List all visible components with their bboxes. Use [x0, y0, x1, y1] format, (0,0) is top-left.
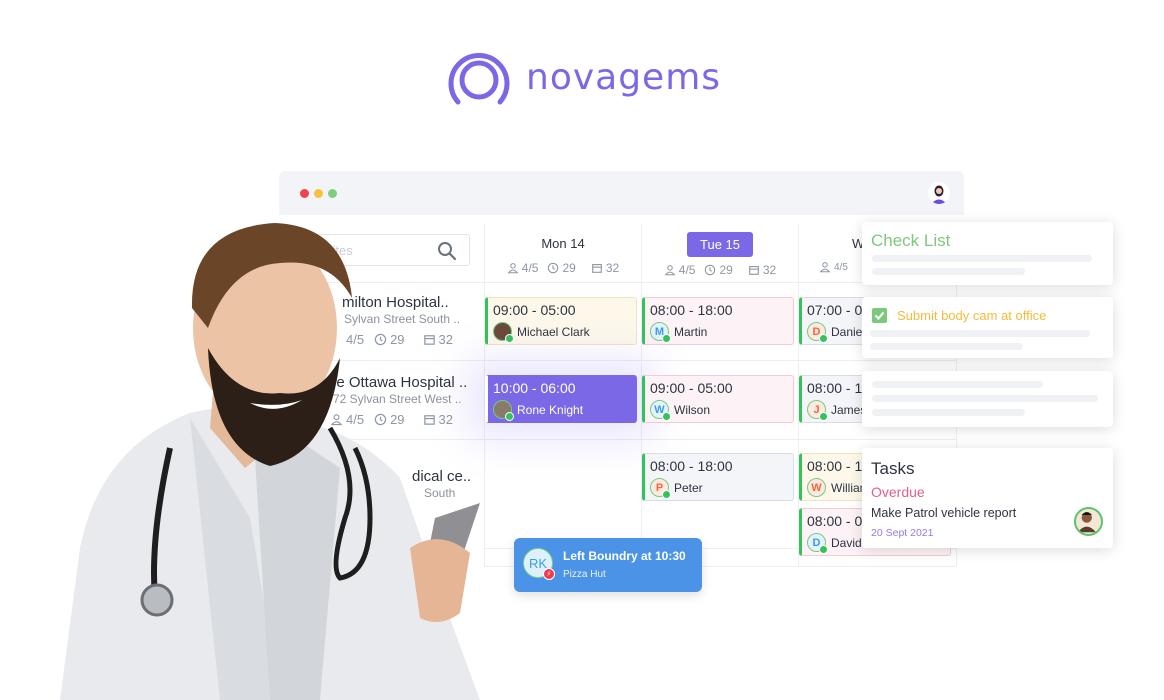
employee-name: Peter: [674, 480, 703, 495]
geofence-notification[interactable]: RK ⚡ Left Boundry at 10:30 Pizza Hut: [514, 538, 702, 592]
employee-avatar: W: [650, 400, 671, 421]
notification-subtitle: Pizza Hut: [563, 569, 606, 580]
check-badge-icon: [505, 334, 514, 343]
day-column-header[interactable]: W 4/5: [799, 224, 869, 282]
shift-time: 10:00 - 06:00: [493, 380, 576, 396]
checklist-item-label: Submit body cam at office: [897, 308, 1047, 323]
shift-card[interactable]: 08:00 - 18:00 M Martin: [642, 297, 794, 345]
day-column-header[interactable]: Mon 14 4/5 29 32: [485, 224, 641, 282]
employee-avatar: D: [807, 322, 828, 343]
checklist-card-placeholder[interactable]: [862, 371, 1113, 427]
day-stats: 4/5 29 32: [485, 261, 641, 275]
task-description: Make Patrol vehicle report: [871, 506, 1017, 520]
calendar-icon: [749, 266, 759, 275]
day-stats: 4/5 29 32: [642, 263, 798, 277]
tasks-title: Tasks: [871, 459, 915, 478]
person-icon: [507, 263, 519, 274]
day-column-header-active[interactable]: Tue 15 4/5 29 32: [642, 224, 798, 282]
window-titlebar: [279, 171, 964, 215]
check-badge-icon: [662, 490, 671, 499]
shift-card[interactable]: 08:00 - 18:00 P Peter: [642, 453, 794, 501]
shift-time: 09:00 - 05:00: [650, 380, 733, 396]
placeholder-line: [872, 268, 1025, 275]
placeholder-line: [870, 343, 1023, 350]
check-badge-icon: [819, 334, 828, 343]
person-icon: [664, 265, 676, 276]
maximize-window-button[interactable]: [328, 189, 337, 198]
task-date: 20 Sept 2021: [871, 527, 934, 539]
checklist-card[interactable]: Check List: [862, 222, 1113, 285]
employee-avatar: M: [650, 322, 671, 343]
brand-name: novagems: [526, 56, 722, 98]
brand-logo: novagems: [446, 48, 721, 106]
employee-name: Martin: [674, 324, 708, 339]
tasks-card[interactable]: Tasks Overdue Make Patrol vehicle report…: [862, 448, 1113, 548]
employee-name: Michael Clark: [517, 324, 590, 339]
employee-name: Wilson: [674, 402, 711, 417]
employee-avatar: J: [807, 400, 828, 421]
clock-icon: [705, 264, 716, 276]
checklist-item-card[interactable]: Submit body cam at office: [862, 297, 1113, 358]
shift-card[interactable]: 09:00 - 05:00 W Wilson: [642, 375, 794, 423]
calendar-icon: [592, 264, 602, 273]
assignee-avatar: [1074, 507, 1103, 536]
employee-avatar: D: [807, 533, 828, 554]
check-badge-icon: [662, 334, 671, 343]
employee-avatar: W: [807, 478, 826, 497]
shift-card[interactable]: 09:00 - 05:00 Michael Clark: [485, 297, 637, 345]
shift-time: 08:00 - 18:00: [650, 458, 733, 474]
shift-card-selected[interactable]: 10:00 - 06:00 Rone Knight: [485, 375, 637, 423]
placeholder-line: [872, 255, 1092, 262]
shift-time: 09:00 - 05:00: [493, 302, 576, 318]
shift-time: 08:00 - 18:00: [650, 302, 733, 318]
notification-title: Left Boundry at 10:30: [563, 549, 686, 563]
check-badge-icon: [662, 412, 671, 421]
check-badge-icon: [819, 412, 828, 421]
checkbox-checked[interactable]: [872, 308, 887, 323]
employee-name: David: [831, 535, 862, 550]
checklist-title: Check List: [871, 231, 951, 250]
day-label: Tue 15: [687, 232, 753, 257]
clock-icon: [548, 262, 559, 274]
day-stats: 4/5: [799, 261, 869, 273]
task-status: Overdue: [871, 484, 925, 500]
doctor-illustration: [60, 223, 480, 700]
placeholder-line: [872, 381, 1043, 388]
novagems-logo-icon: [448, 52, 510, 105]
placeholder-line: [870, 330, 1090, 337]
employee-name: Rone Knight: [517, 402, 584, 417]
close-window-button[interactable]: [300, 189, 309, 198]
employee-name: Danie: [831, 324, 863, 339]
person-icon: [819, 262, 831, 273]
alert-badge-icon: ⚡: [543, 568, 555, 580]
placeholder-line: [872, 409, 1025, 416]
employee-avatar: P: [650, 478, 671, 499]
day-label: Mon 14: [541, 236, 585, 251]
user-avatar-icon[interactable]: [928, 182, 950, 204]
check-badge-icon: [819, 545, 828, 554]
check-badge-icon: [505, 412, 514, 421]
placeholder-line: [872, 395, 1098, 402]
minimize-window-button[interactable]: [314, 189, 323, 198]
checkmark-icon: [874, 311, 885, 320]
